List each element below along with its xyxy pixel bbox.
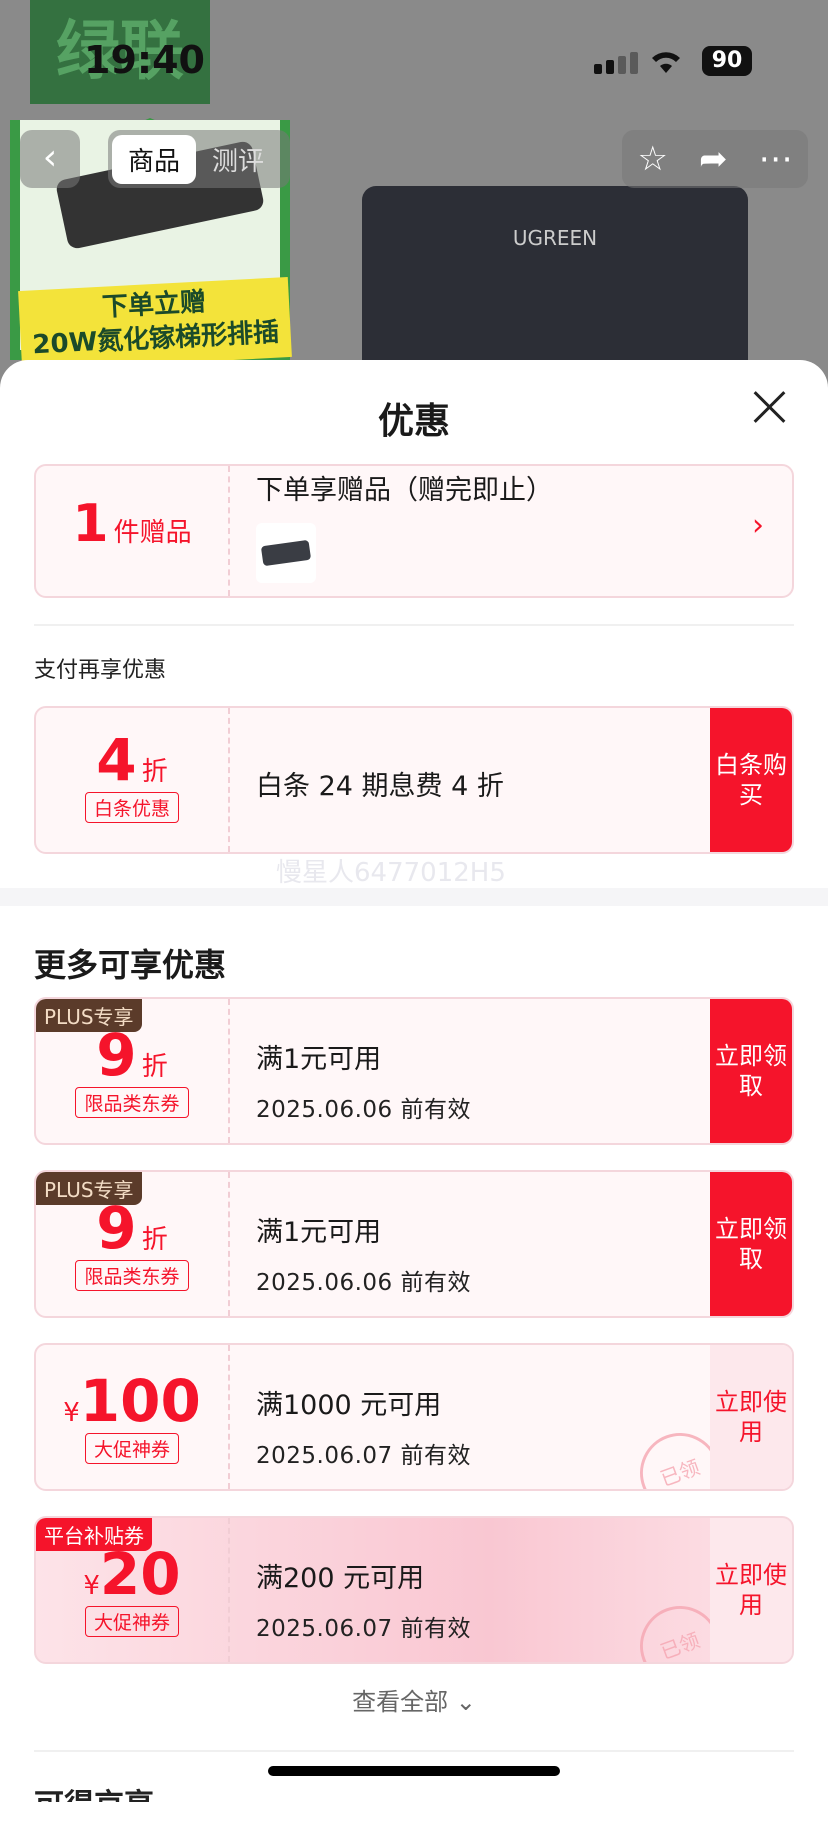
status-time: 19:40 [84,38,205,82]
pay-section-title: 支付再享优惠 [34,658,167,683]
coupon-unit: 折 [141,1225,168,1255]
back-button[interactable]: ‹ [20,130,80,188]
divider [34,624,794,626]
baitiao-buy-button[interactable]: 白条购买 [710,708,792,852]
baitiao-tag: 白条优惠 [84,792,179,823]
baitiao-value: 4 折 白条优惠 [36,708,230,852]
coupon-number: 9 [96,1021,137,1089]
top-tabs: 商品 测评 [108,130,290,188]
claim-button[interactable]: 立即领取 [710,1172,792,1316]
tab-review[interactable]: 测评 [196,135,280,184]
close-icon[interactable] [752,390,786,424]
sheet-title: 优惠 [377,401,450,442]
coupon-value: ¥100 大促神券 [36,1345,230,1489]
coupon-condition: 满1元可用 [256,1044,382,1075]
promo-banner: 下单立赠 20W氮化镓梯形排插 [18,276,292,372]
see-all-link[interactable]: 查看全部 ⌄ [0,1682,828,1717]
coupon-info: 满1000 元可用 2025.06.07 前有效 [256,1345,471,1470]
coupon-info: 满1元可用 2025.06.06 前有效 [256,999,471,1124]
home-indicator[interactable] [268,1766,560,1776]
baitiao-card[interactable]: 4 折 白条优惠 白条 24 期息费 4 折 白条购买 [34,706,794,854]
see-all-label: 查看全部 [352,1688,449,1716]
use-button[interactable]: 立即使用 [710,1518,792,1662]
coupon-number: 100 [79,1367,201,1435]
gift-card[interactable]: 1 件赠品 下单享赠品（赠完即止） › [34,464,794,598]
coupon-card[interactable]: ¥100 大促神券 满1000 元可用 2025.06.07 前有效 已领 立即… [34,1343,794,1491]
coupon-info: 满1元可用 2025.06.06 前有效 [256,1172,471,1297]
tab-product[interactable]: 商品 [112,134,197,184]
claim-button[interactable]: 立即领取 [710,999,792,1143]
star-icon[interactable]: ☆ [638,139,668,179]
currency-symbol: ¥ [63,1398,80,1428]
coupon-card[interactable]: 平台补贴券 ¥20 大促神券 满200 元可用 2025.06.07 前有效 已… [34,1516,794,1664]
coupon-validity: 2025.06.06 前有效 [256,1097,471,1123]
baitiao-unit: 折 [141,757,168,787]
product-brand: UGREEN [512,226,598,250]
gift-title: 下单享赠品（赠完即止） [256,475,553,506]
gift-info: 下单享赠品（赠完即止） [256,466,553,583]
gift-count: 1 件赠品 [36,466,230,596]
coupon-value: ¥20 大促神券 [36,1518,230,1662]
baitiao-desc: 白条 24 期息费 4 折 [256,771,504,802]
battery-icon: 90 [702,46,752,76]
chevron-right-icon: › [752,508,764,543]
more-icon[interactable]: ⋯ [758,139,792,179]
use-button[interactable]: 立即使用 [710,1345,792,1489]
next-section-title: 可得京享 [34,1788,154,1823]
coupon-tag: 限品类东券 [75,1087,189,1118]
coupon-info: 满200 元可用 2025.06.07 前有效 [256,1518,471,1643]
coupon-condition: 满200 元可用 [256,1563,425,1594]
top-right-actions: ☆ ➦ ⋯ [622,130,808,188]
coupon-tag: 大促神券 [84,1433,179,1464]
coupon-number: 20 [99,1540,181,1608]
divider [34,1750,794,1752]
back-icon: ‹ [42,137,58,178]
coupon-value: 9 折 限品类东券 [36,999,230,1143]
coupon-unit: 折 [141,1052,168,1082]
coupon-condition: 满1000 元可用 [256,1390,442,1421]
section-separator [0,888,828,906]
watermark: 慢星人6477012H5 [276,858,506,888]
signal-icon [594,52,638,74]
coupon-card[interactable]: PLUS专享 9 折 限品类东券 满1元可用 2025.06.06 前有效 立即… [34,1170,794,1318]
coupon-validity: 2025.06.07 前有效 [256,1443,471,1469]
status-bar: 19:40 90 [0,0,828,120]
discount-sheet: 优惠 1 件赠品 下单享赠品（赠完即止） › 支付再享优惠 4 折 白条优惠 白… [0,360,828,1796]
chevron-down-icon: ⌄ [455,1688,476,1716]
coupon-validity: 2025.06.06 前有效 [256,1270,471,1296]
coupon-tag: 限品类东券 [75,1260,189,1291]
coupon-value: 9 折 限品类东券 [36,1172,230,1316]
share-icon[interactable]: ➦ [699,139,728,179]
coupon-validity: 2025.06.07 前有效 [256,1616,471,1642]
more-section-title: 更多可享优惠 [34,946,227,984]
coupon-card[interactable]: PLUS专享 9 折 限品类东券 满1元可用 2025.06.06 前有效 立即… [34,997,794,1145]
gift-thumbnail [256,523,316,583]
coupon-condition: 满1元可用 [256,1217,382,1248]
coupon-tag: 大促神券 [84,1606,179,1637]
baitiao-info: 白条 24 期息费 4 折 [256,708,504,803]
coupon-number: 9 [96,1194,137,1262]
wifi-icon [648,44,684,84]
gift-unit: 件赠品 [113,518,192,548]
baitiao-number: 4 [96,726,137,794]
gift-number: 1 [72,494,109,554]
currency-symbol: ¥ [83,1571,100,1601]
